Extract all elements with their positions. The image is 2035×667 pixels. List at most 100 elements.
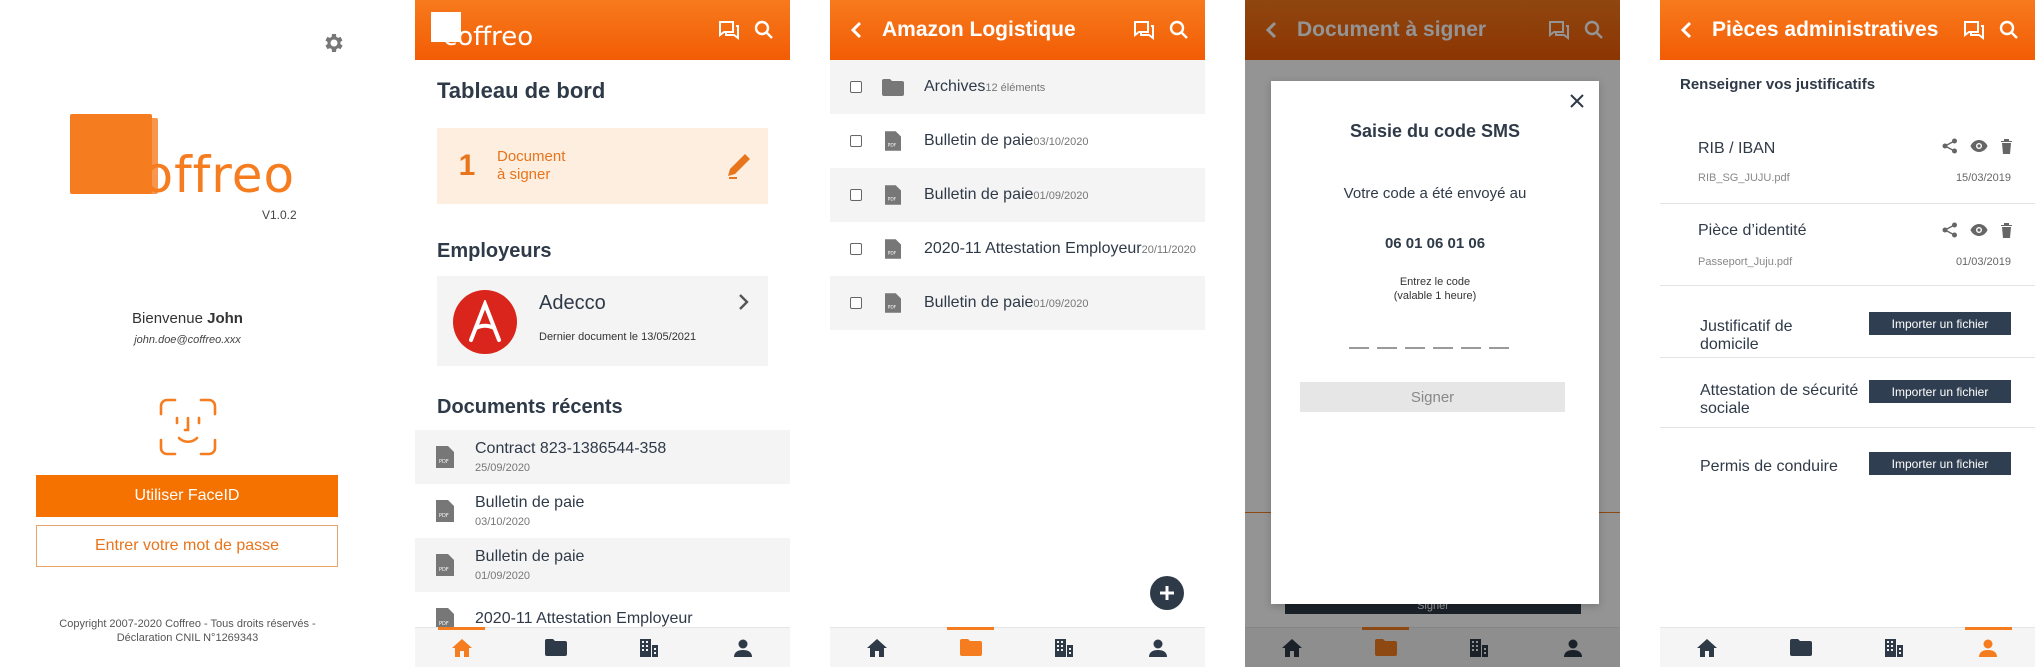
add-button[interactable] xyxy=(1150,576,1184,610)
svg-text:PDF: PDF xyxy=(439,459,449,465)
enter-password-button[interactable]: Entrer votre mot de passe xyxy=(36,525,338,567)
tab-documents[interactable] xyxy=(924,627,1018,667)
code-digit-slot xyxy=(1405,347,1425,349)
gear-icon[interactable] xyxy=(321,31,345,55)
share-icon[interactable] xyxy=(1942,138,1958,154)
file-row[interactable]: PDF Bulletin de paie03/10/2020 xyxy=(830,114,1205,168)
phone-number: 06 01 06 01 06 xyxy=(1384,235,1486,252)
page-title: Tableau de bord xyxy=(437,78,606,103)
file-row[interactable]: PDF Bulletin de paie01/09/2020 xyxy=(830,276,1205,330)
faceid-icon xyxy=(159,398,217,456)
user-icon xyxy=(1149,639,1168,657)
building-icon xyxy=(1884,638,1904,657)
tab-employers[interactable] xyxy=(603,628,697,667)
home-icon xyxy=(451,638,472,657)
sms-code-input[interactable] xyxy=(1349,347,1509,349)
tab-documents[interactable] xyxy=(1754,628,1848,667)
tab-profile[interactable] xyxy=(1941,627,2035,667)
recent-doc-row[interactable]: PDF Bulletin de paie 01/09/2020 xyxy=(415,538,790,592)
close-icon[interactable] xyxy=(1569,93,1585,109)
building-icon xyxy=(639,638,659,657)
back-arrow-icon[interactable] xyxy=(849,20,863,40)
back-arrow-icon[interactable] xyxy=(1679,20,1693,40)
pdf-icon: PDF xyxy=(436,500,454,522)
chevron-right-icon xyxy=(737,292,751,312)
employer-card-adecco[interactable]: Adecco Dernier document le 13/05/2021 xyxy=(437,276,768,366)
share-icon[interactable] xyxy=(1942,222,1958,238)
chat-icon[interactable] xyxy=(718,20,740,40)
pdf-icon: PDF xyxy=(885,239,901,259)
select-checkbox[interactable] xyxy=(850,81,862,93)
document-row-social-security: Attestation de sécurité sociale Importer… xyxy=(1660,358,2035,428)
select-checkbox[interactable] xyxy=(850,135,862,147)
recent-doc-row[interactable]: PDF Contract 823-1386544-358 25/09/2020 xyxy=(415,430,790,484)
page-title: Pièces administratives xyxy=(1712,18,1939,41)
tab-employers[interactable] xyxy=(1018,628,1112,667)
user-icon xyxy=(1979,639,1998,657)
folder-row-archives[interactable]: Archives12 éléments xyxy=(830,60,1205,114)
folder-screen: Amazon Logistique Archives12 éléments PD… xyxy=(830,0,1205,667)
page-title: Amazon Logistique xyxy=(882,18,1076,41)
sign-button[interactable]: Signer xyxy=(1300,382,1565,412)
eye-icon[interactable] xyxy=(1970,139,1988,153)
coffreo-logo: coffreo xyxy=(70,114,310,204)
dashboard-screen: coffreo Tableau de bord 1 Document à sig… xyxy=(415,0,790,667)
chat-icon[interactable] xyxy=(1133,20,1155,40)
tab-documents[interactable] xyxy=(509,628,603,667)
svg-text:PDF: PDF xyxy=(439,567,449,573)
folder-icon xyxy=(544,639,567,656)
code-digit-slot xyxy=(1489,347,1509,349)
tab-employers[interactable] xyxy=(1848,628,1942,667)
import-file-button[interactable]: Importer un fichier xyxy=(1869,380,2011,403)
adecco-logo-icon xyxy=(453,290,517,354)
select-checkbox[interactable] xyxy=(850,243,862,255)
svg-text:PDF: PDF xyxy=(439,513,449,519)
tab-home[interactable] xyxy=(830,628,924,667)
sms-code-dialog: Saisie du code SMS Votre code a été envo… xyxy=(1271,81,1599,604)
document-row-identity[interactable]: Pièce d’identité Passeport_Juju.pdf 01/0… xyxy=(1660,204,2035,286)
pending-label: Document à signer xyxy=(497,148,566,183)
file-row[interactable]: PDF 2020-11 Attestation Employeur20/11/2… xyxy=(830,222,1205,276)
bottom-tab-bar xyxy=(415,627,790,667)
user-icon xyxy=(734,639,753,657)
import-file-button[interactable]: Importer un fichier xyxy=(1869,312,2011,335)
eye-icon[interactable] xyxy=(1970,223,1988,237)
trash-icon[interactable] xyxy=(2000,222,2013,238)
home-icon xyxy=(1696,638,1717,657)
plus-icon xyxy=(1159,585,1175,601)
tab-home[interactable] xyxy=(415,627,509,667)
tab-home[interactable] xyxy=(1660,628,1754,667)
code-digit-slot xyxy=(1349,347,1369,349)
tab-profile[interactable] xyxy=(696,628,790,667)
file-row[interactable]: PDF Bulletin de paie01/09/2020 xyxy=(830,168,1205,222)
admin-documents-screen: Pièces administratives Renseigner vos ju… xyxy=(1660,0,2035,667)
select-checkbox[interactable] xyxy=(850,297,862,309)
sign-screen: Document à signer Signer Saisie du code … xyxy=(1245,0,1620,667)
search-icon[interactable] xyxy=(754,20,774,40)
code-digit-slot xyxy=(1377,347,1397,349)
svg-text:PDF: PDF xyxy=(888,304,897,310)
document-row-rib[interactable]: RIB / IBAN RIB_SG_JUJU.pdf 15/03/2019 xyxy=(1660,122,2035,204)
app-header: coffreo xyxy=(415,0,790,60)
import-file-button[interactable]: Importer un fichier xyxy=(1869,452,2011,475)
tab-profile[interactable] xyxy=(1111,628,1205,667)
recent-documents-title: Documents récents xyxy=(437,396,623,418)
app-version: V1.0.2 xyxy=(262,208,297,222)
pdf-icon: PDF xyxy=(885,185,901,205)
select-checkbox[interactable] xyxy=(850,189,862,201)
welcome-text: Bienvenue John xyxy=(132,310,243,327)
chat-icon[interactable] xyxy=(1963,20,1985,40)
pen-icon xyxy=(723,151,753,181)
pending-documents-card[interactable]: 1 Document à signer xyxy=(437,128,768,204)
code-digit-slot xyxy=(1433,347,1453,349)
recent-doc-row[interactable]: PDF Bulletin de paie 03/10/2020 xyxy=(415,484,790,538)
svg-text:PDF: PDF xyxy=(888,196,897,202)
app-header: Amazon Logistique xyxy=(830,0,1205,60)
use-faceid-button[interactable]: Utiliser FaceID xyxy=(36,475,338,517)
login-screen: coffreo V1.0.2 Bienvenue John john.doe@c… xyxy=(0,0,375,667)
search-icon[interactable] xyxy=(1999,20,2019,40)
dialog-title: Saisie du code SMS xyxy=(1349,121,1521,141)
employers-title: Employeurs xyxy=(437,240,552,262)
trash-icon[interactable] xyxy=(2000,138,2013,154)
search-icon[interactable] xyxy=(1169,20,1189,40)
